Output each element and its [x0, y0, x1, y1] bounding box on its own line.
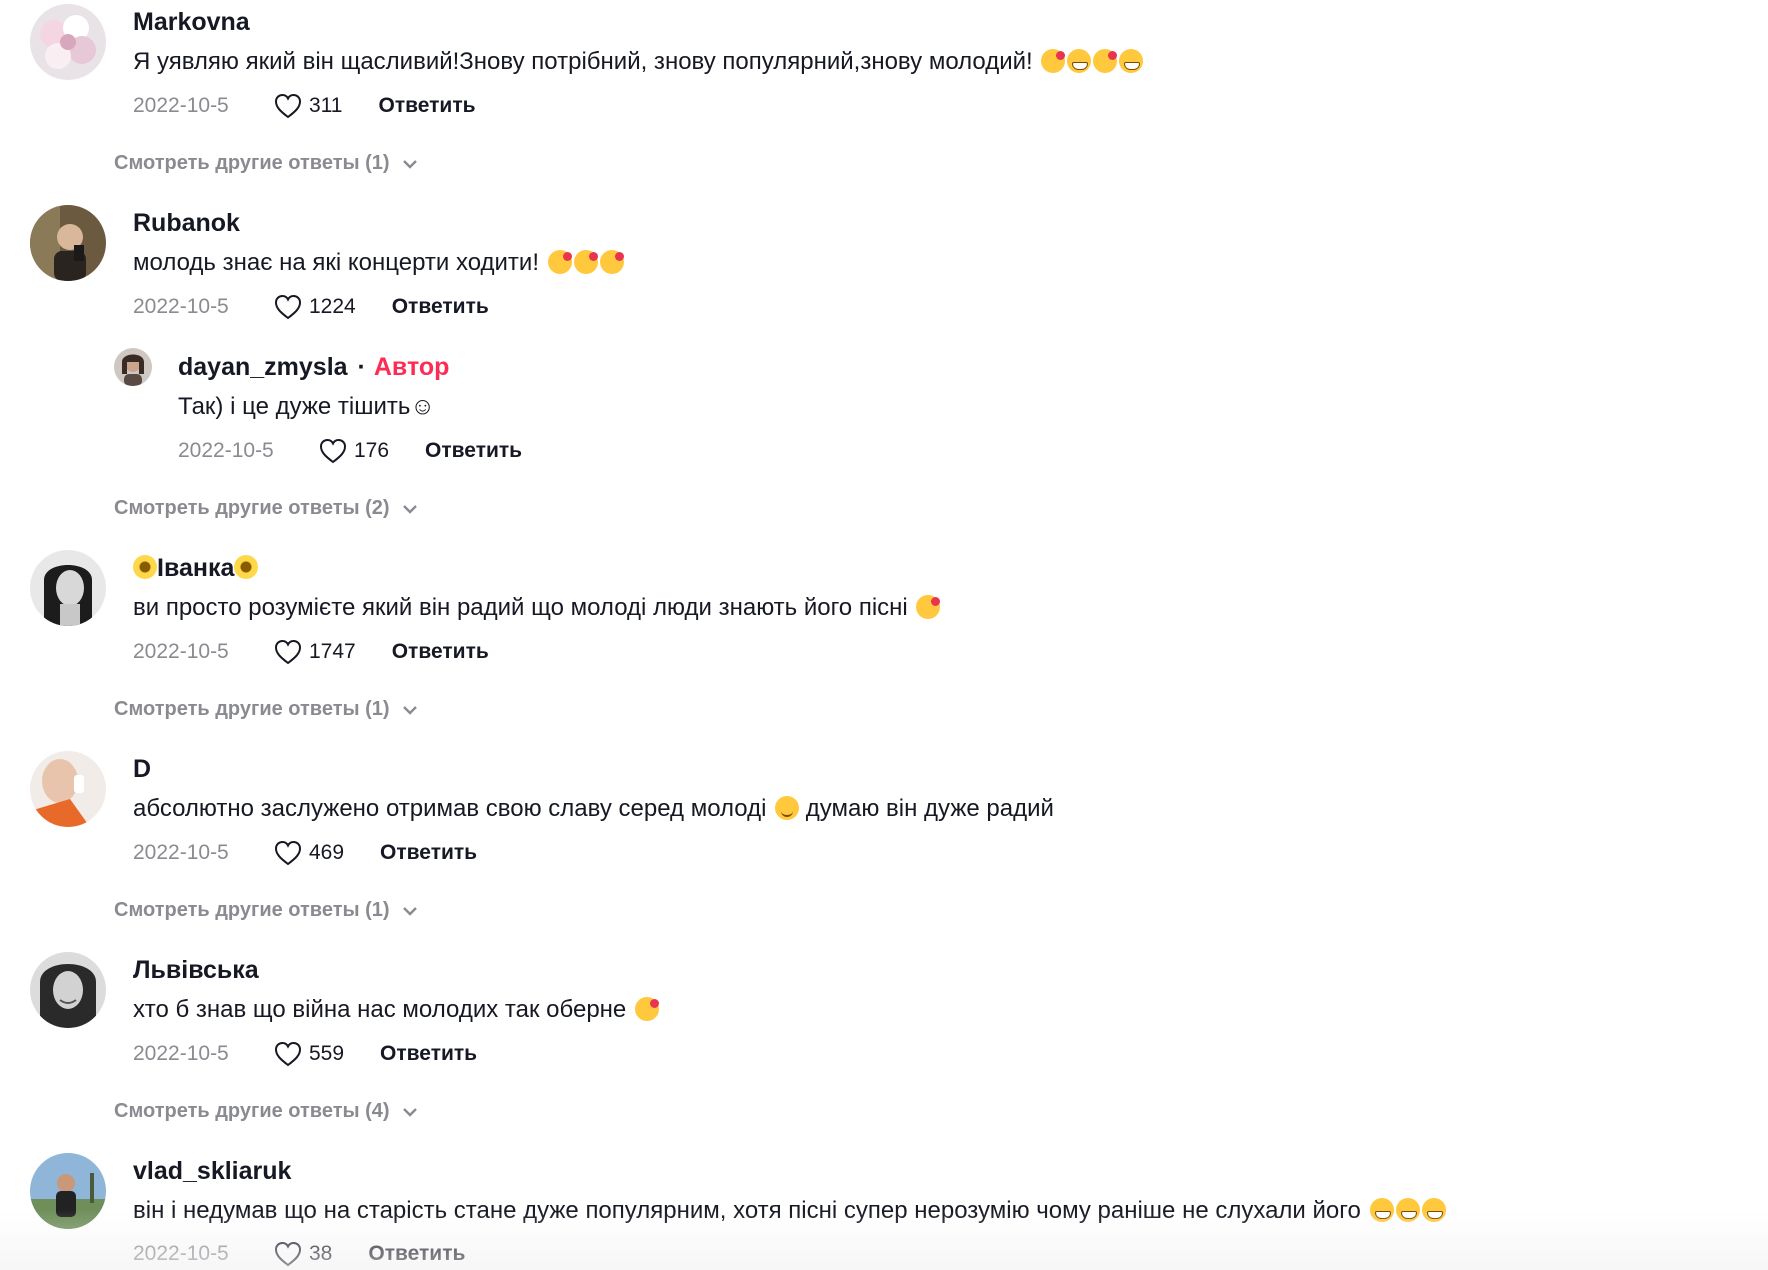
- like-count: 1224: [309, 295, 356, 318]
- view-more-replies-button[interactable]: Смотреть другие ответы (4): [114, 1100, 418, 1123]
- smiling-face-with-hearts-icon: [634, 997, 659, 1021]
- reply-username[interactable]: dayan_zmysla: [178, 353, 348, 381]
- avatar[interactable]: [30, 205, 106, 281]
- comment-date: 2022-10-5: [133, 1242, 229, 1265]
- heart-outline-icon: [274, 294, 302, 320]
- comment-text: він і недумав що на старість стане дуже …: [133, 1197, 1446, 1225]
- reply-button[interactable]: Ответить: [392, 295, 489, 319]
- view-more-replies-button[interactable]: Смотреть другие ответы (1): [114, 698, 418, 721]
- separator: ·: [357, 353, 366, 381]
- like-button[interactable]: 469: [273, 839, 344, 867]
- like-count: 1747: [309, 640, 356, 663]
- heart-outline-icon: [274, 1241, 302, 1267]
- comment-username[interactable]: Markovna: [133, 8, 250, 37]
- smiling-face-with-hearts-icon: [1041, 49, 1066, 73]
- view-more-replies-button[interactable]: Смотреть другие ответы (1): [114, 899, 418, 922]
- comment-date: 2022-10-5: [133, 640, 229, 663]
- chevron-down-icon: [402, 504, 417, 514]
- comment-date: 2022-10-5: [133, 841, 229, 864]
- comment-text: Я уявляю який він щасливий!Знову потрібн…: [133, 48, 1144, 76]
- like-count: 559: [309, 1042, 345, 1065]
- reply-button[interactable]: Ответить: [380, 1042, 477, 1066]
- comment-username[interactable]: Іванка: [133, 554, 259, 583]
- comment-text: хто б знав що війна нас молодих так обер…: [133, 996, 659, 1024]
- comment-meta: 2022-10-5 469 Ответить: [133, 839, 477, 867]
- grinning-face-icon: [1119, 49, 1144, 73]
- comment-meta: 2022-10-5 1747 Ответить: [133, 638, 489, 666]
- like-count: 176: [354, 439, 390, 462]
- comment-meta: 2022-10-5 559 Ответить: [133, 1040, 477, 1068]
- like-button[interactable]: 1224: [273, 293, 356, 321]
- chevron-down-icon: [402, 705, 417, 715]
- reply-button[interactable]: Ответить: [378, 94, 475, 118]
- reply-text: Так) і це дуже тішить☺: [178, 393, 435, 420]
- heart-outline-icon: [274, 1041, 302, 1067]
- comment-username[interactable]: Львівська: [133, 956, 259, 985]
- like-button[interactable]: 176: [318, 437, 389, 465]
- like-button[interactable]: 38: [273, 1240, 332, 1268]
- author-badge: Автор: [373, 353, 450, 381]
- like-count: 38: [309, 1242, 333, 1265]
- reply-button[interactable]: Ответить: [368, 1242, 465, 1266]
- comment-username[interactable]: D: [133, 755, 151, 784]
- chevron-down-icon: [402, 906, 417, 916]
- like-count: 469: [309, 841, 345, 864]
- view-more-replies-button[interactable]: Смотреть другие ответы (1): [114, 152, 418, 175]
- comment-text: абсолютно заслужено отримав свою славу с…: [133, 795, 1054, 822]
- comment-date: 2022-10-5: [133, 295, 229, 318]
- like-count: 311: [309, 94, 343, 117]
- smiling-face-with-hearts-icon: [916, 595, 941, 619]
- grinning-face-icon: [1369, 1198, 1394, 1222]
- reply-username-line: dayan_zmysla · Автор: [178, 353, 449, 382]
- like-button[interactable]: 559: [273, 1040, 344, 1068]
- avatar[interactable]: [30, 550, 106, 626]
- smiling-face-with-hearts-icon: [547, 250, 572, 274]
- reply-button[interactable]: Ответить: [425, 439, 522, 463]
- reply-button[interactable]: Ответить: [392, 640, 489, 664]
- heart-outline-icon: [319, 438, 347, 464]
- avatar[interactable]: [30, 1153, 106, 1229]
- smiling-face-with-hearts-icon: [573, 250, 598, 274]
- comment-username[interactable]: Rubanok: [133, 209, 240, 238]
- reply-button[interactable]: Ответить: [380, 841, 477, 865]
- blossom-icon: [234, 555, 259, 579]
- avatar[interactable]: [30, 952, 106, 1028]
- avatar[interactable]: [30, 4, 106, 80]
- chevron-down-icon: [402, 1107, 417, 1117]
- heart-outline-icon: [274, 93, 302, 119]
- view-more-replies-button[interactable]: Смотреть другие ответы (2): [114, 497, 418, 520]
- comment-text: ви просто розумієте який він радий що мо…: [133, 594, 941, 622]
- reply-date: 2022-10-5: [178, 439, 274, 462]
- avatar[interactable]: [30, 751, 106, 827]
- smiling-face-with-hearts-icon: [1093, 49, 1118, 73]
- heart-outline-icon: [274, 840, 302, 866]
- like-button[interactable]: 1747: [273, 638, 356, 666]
- comment-username[interactable]: vlad_skliaruk: [133, 1157, 291, 1186]
- heart-outline-icon: [274, 639, 302, 665]
- comment-meta: 2022-10-5 1224 Ответить: [133, 293, 489, 321]
- comment-meta: 2022-10-5 38 Ответить: [133, 1240, 465, 1268]
- relieved-face-icon: [775, 796, 800, 820]
- comment-meta: 2022-10-5 311 Ответить: [133, 92, 476, 120]
- comment-text: молодь знає на які концерти ходити!: [133, 249, 624, 277]
- grinning-face-icon: [1395, 1198, 1420, 1222]
- grinning-face-icon: [1067, 49, 1092, 73]
- comment-date: 2022-10-5: [133, 94, 229, 117]
- avatar[interactable]: [114, 348, 152, 386]
- like-button[interactable]: 311: [273, 92, 342, 120]
- smiling-face-with-hearts-icon: [599, 250, 624, 274]
- comment-date: 2022-10-5: [133, 1042, 229, 1065]
- reply-meta: 2022-10-5 176 Ответить: [178, 437, 522, 465]
- grinning-face-icon: [1421, 1198, 1446, 1222]
- blossom-icon: [133, 555, 157, 579]
- comments-panel: Markovna Я уявляю який він щасливий!Знов…: [0, 0, 1768, 1270]
- chevron-down-icon: [402, 159, 417, 169]
